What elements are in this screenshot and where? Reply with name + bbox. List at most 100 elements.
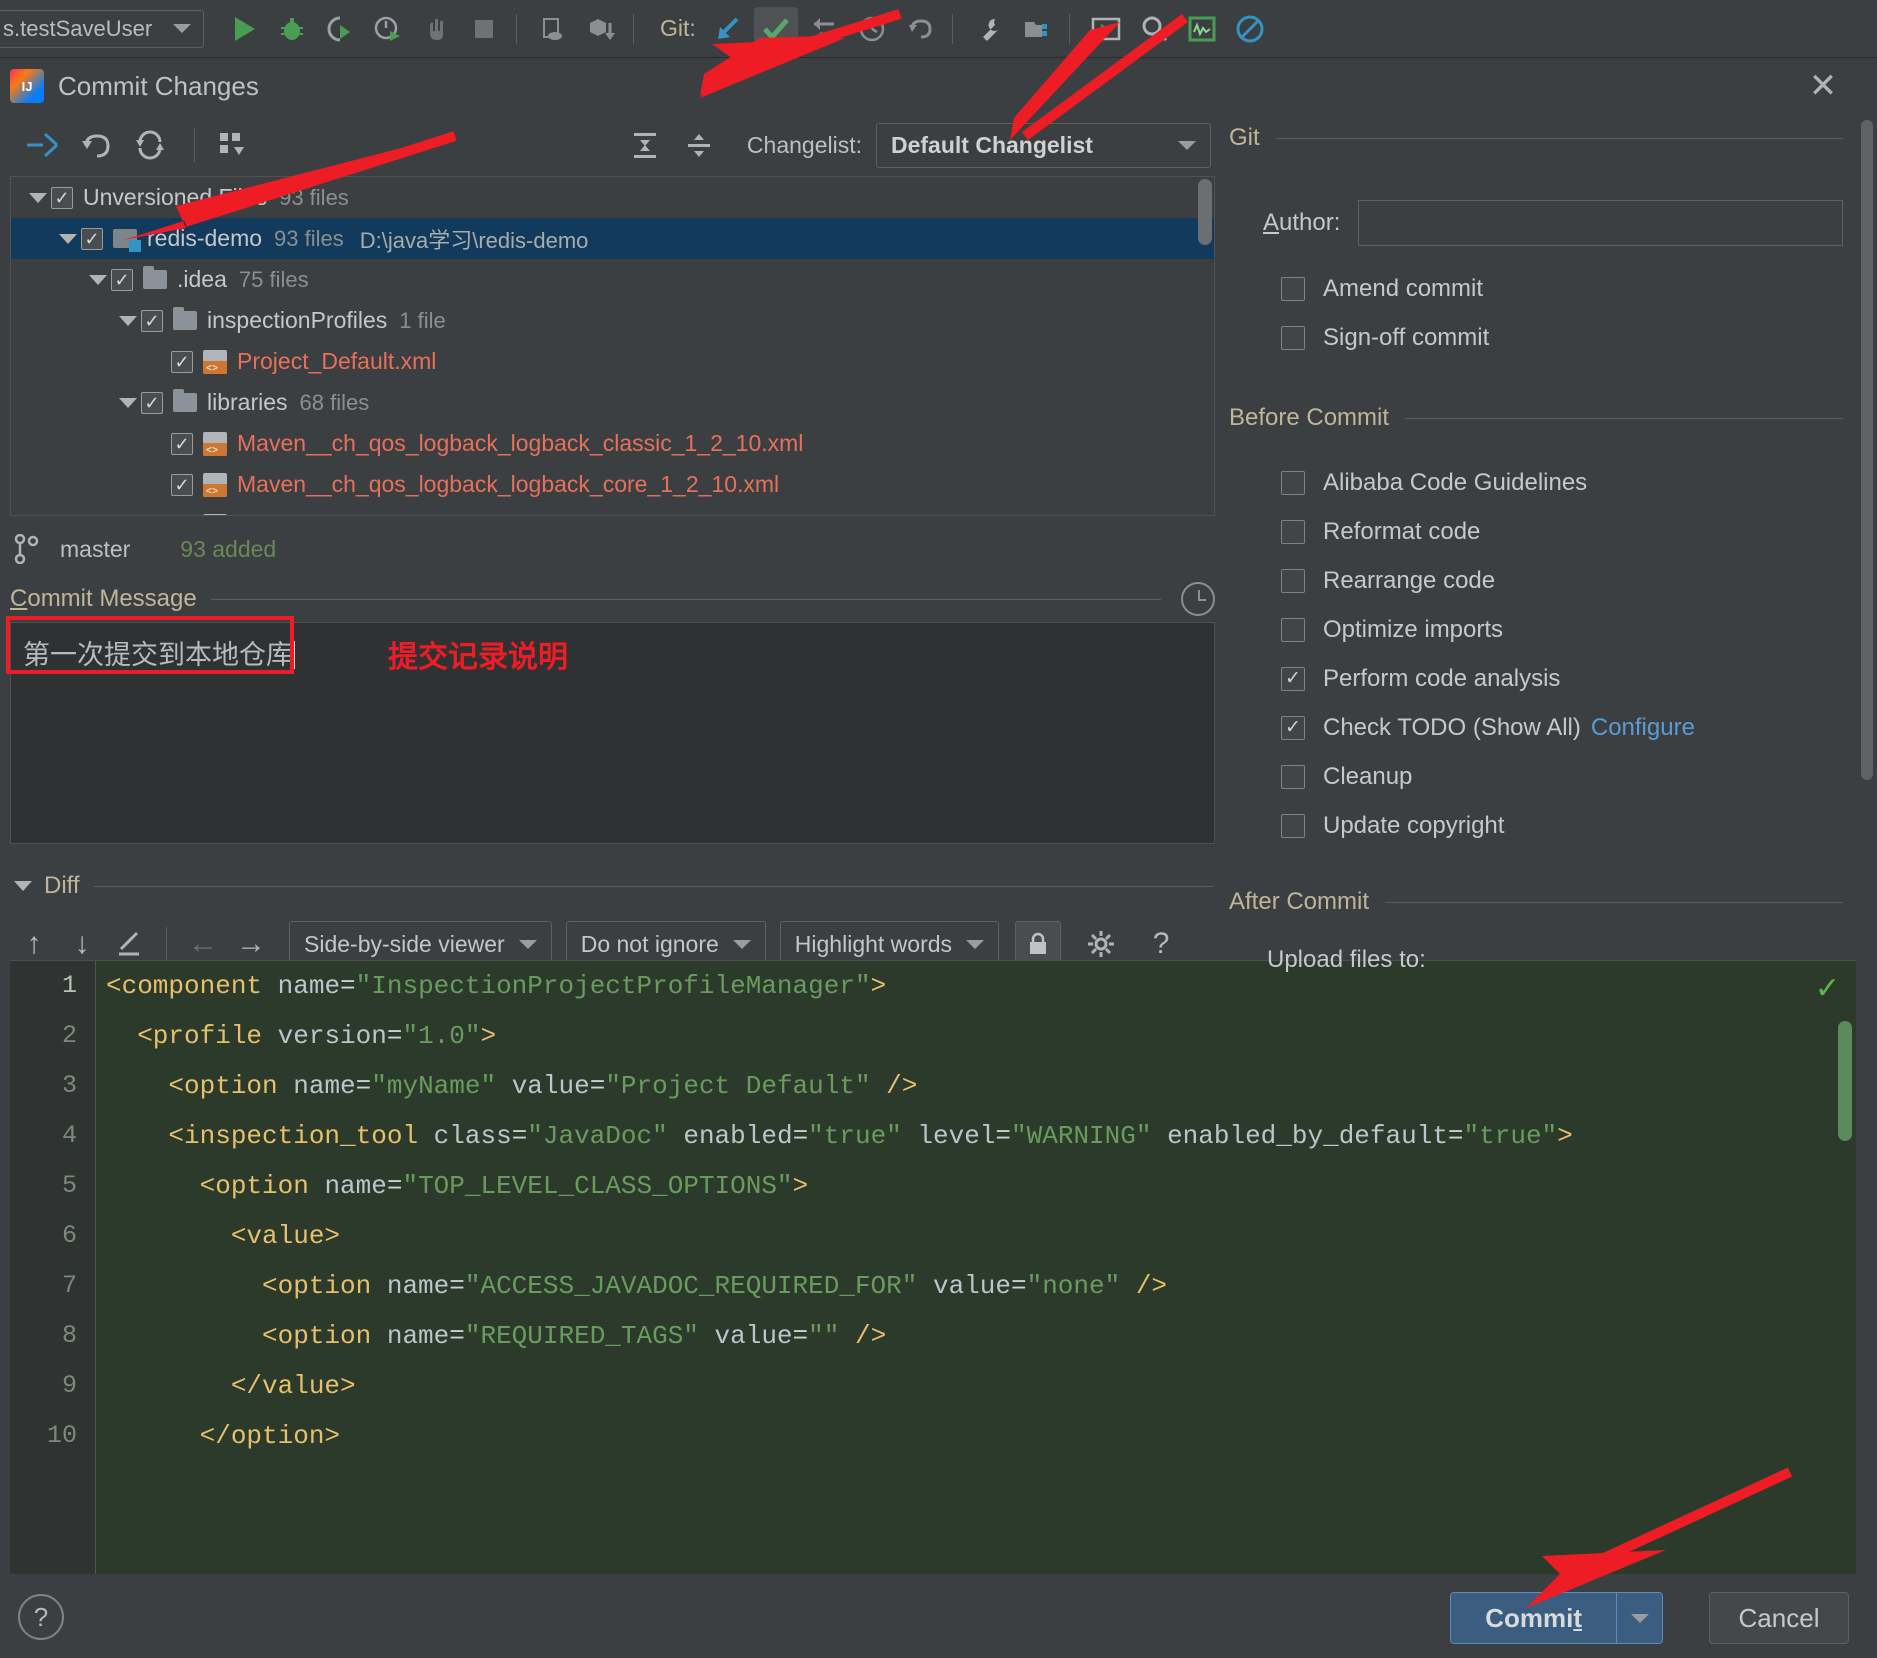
changelist-value: Default Changelist [891,131,1093,158]
tree-row[interactable]: redis-demo 93 files D:\java学习\redis-demo [11,218,1214,259]
tree-twisty-expanded-icon[interactable] [85,274,111,285]
checkbox[interactable] [1281,813,1305,838]
open-in-browser-icon[interactable] [531,7,575,51]
refresh-icon[interactable] [126,121,174,169]
cancel-button[interactable]: Cancel [1709,1592,1849,1644]
expand-all-icon[interactable] [621,121,669,169]
commit-message-section-header: Commit Message [10,582,1215,616]
checkbox[interactable] [1281,276,1305,301]
commit-message-input[interactable]: 第一次提交到本地仓库 [10,622,1215,844]
commit-button-label[interactable]: Commi t [1451,1593,1616,1643]
toolbar-divider-4 [1068,13,1070,44]
git-option-label: Sign-off commit [1323,323,1490,351]
debug-icon[interactable] [270,7,314,51]
ide-main-toolbar: s.testSaveUser Git: [0,0,1877,58]
before-commit-option[interactable]: Rearrange code [1225,556,1877,605]
tree-twisty-expanded-icon[interactable] [115,397,141,408]
no-entry-icon[interactable] [1228,7,1272,51]
tree-twisty-expanded-icon[interactable] [55,233,81,244]
tree-row[interactable]: .idea 75 files [11,259,1214,300]
diff-ignore-mode-value: Do not ignore [580,930,719,957]
help-button[interactable]: ? [18,1594,64,1640]
checkbox[interactable] [1281,715,1305,740]
run-anything-icon[interactable] [1084,7,1128,51]
git-rollback-icon[interactable] [898,7,942,51]
tree-row-checkbox[interactable] [171,350,193,373]
tree-row-checkbox[interactable] [141,309,163,332]
checkbox[interactable] [1281,764,1305,789]
checkbox[interactable] [1281,617,1305,642]
tree-file-count: 75 files [238,266,309,292]
chevron-down-icon [518,939,537,949]
commit-button[interactable]: Commi t [1450,1592,1663,1644]
commit-message-history-clock-icon[interactable] [1181,582,1215,616]
search-everywhere-icon[interactable] [1132,7,1176,51]
before-commit-option[interactable]: Alibaba Code Guidelines [1225,458,1877,507]
before-commit-option[interactable]: Cleanup [1225,752,1877,801]
profile-icon[interactable] [366,7,410,51]
git-history-clock-icon[interactable] [850,7,894,51]
close-icon[interactable]: ✕ [1801,64,1845,108]
code-token: = [340,971,356,1001]
git-options-list: Amend commit Sign-off commit [1225,264,1877,362]
tree-row[interactable]: Maven__ch_qos_logback_logback_core_1_2_1… [11,464,1214,505]
before-commit-option[interactable]: Update copyright [1225,801,1877,850]
tree-row[interactable]: Maven__com_fasterxml_jackson_core_jackso… [11,505,1214,515]
before-commit-option[interactable]: Reformat code [1225,507,1877,556]
code-token: "Project Default" [605,1071,871,1101]
tree-row-checkbox[interactable] [171,514,193,515]
tree-row[interactable]: inspectionProfiles 1 file [11,300,1214,341]
project-structure-icon[interactable] [1015,7,1059,51]
checkbox[interactable] [1281,666,1305,691]
before-commit-option[interactable]: Check TODO (Show All) Configure [1225,703,1877,752]
diff-section-header[interactable]: Diff [14,872,1214,900]
git-update-project-icon[interactable] [706,7,750,51]
tree-scrollbar[interactable] [1198,179,1212,245]
git-option[interactable]: Amend commit [1225,264,1877,313]
git-push-icon[interactable] [802,7,846,51]
tree-row[interactable]: Maven__ch_qos_logback_logback_classic_1_… [11,423,1214,464]
group-by-icon[interactable] [209,121,257,169]
changelist-dropdown[interactable]: Default Changelist [876,122,1211,168]
revert-icon[interactable] [72,121,120,169]
tree-row-checkbox[interactable] [51,186,73,209]
tree-row-checkbox[interactable] [141,391,163,414]
run-configuration-selector[interactable]: s.testSaveUser [0,9,204,48]
xml-file-icon [203,349,227,375]
run-with-coverage-icon[interactable] [318,7,362,51]
changes-file-tree[interactable]: Unversioned Files93 filesredis-demo93 fi… [10,176,1215,516]
before-commit-options-list: Alibaba Code Guidelines Reformat code Rear… [1225,458,1877,850]
tree-row-checkbox[interactable] [171,473,193,496]
build-package-icon[interactable] [579,7,623,51]
tree-row[interactable]: libraries 68 files [11,382,1214,423]
settings-wrench-icon[interactable] [967,7,1011,51]
git-commit-icon[interactable] [753,6,798,51]
tree-row-checkbox[interactable] [111,268,133,291]
run-icon[interactable] [222,7,266,51]
show-diff-icon[interactable] [18,121,66,169]
configure-link[interactable]: Configure [1591,714,1695,742]
tree-twisty-expanded-icon[interactable] [25,192,51,203]
checkbox[interactable] [1281,325,1305,350]
tree-row-checkbox[interactable] [171,432,193,455]
checkbox[interactable] [1281,568,1305,593]
checkbox[interactable] [1281,519,1305,544]
code-token: = [589,1071,606,1101]
tree-row[interactable]: Project_Default.xml [11,341,1214,382]
git-option[interactable]: Sign-off commit [1225,313,1877,362]
tree-row[interactable]: Unversioned Files 93 files [11,177,1214,218]
commit-button-dropdown-arrow[interactable] [1616,1593,1662,1643]
tree-file-count: 68 files [299,389,370,415]
code-token: "none" [1026,1271,1121,1301]
code-token: = [386,1021,403,1051]
right-pane-scrollbar[interactable] [1861,120,1873,780]
tree-row-checkbox[interactable] [81,227,103,250]
author-input[interactable] [1358,200,1843,246]
collapse-all-icon[interactable] [675,121,723,169]
before-commit-option[interactable]: Optimize imports [1225,605,1877,654]
activity-monitor-pulse-icon[interactable] [1180,7,1224,51]
tree-twisty-expanded-icon[interactable] [115,315,141,326]
checkbox[interactable] [1281,470,1305,495]
before-commit-option[interactable]: Perform code analysis [1225,654,1877,703]
code-token: > [480,1021,497,1051]
